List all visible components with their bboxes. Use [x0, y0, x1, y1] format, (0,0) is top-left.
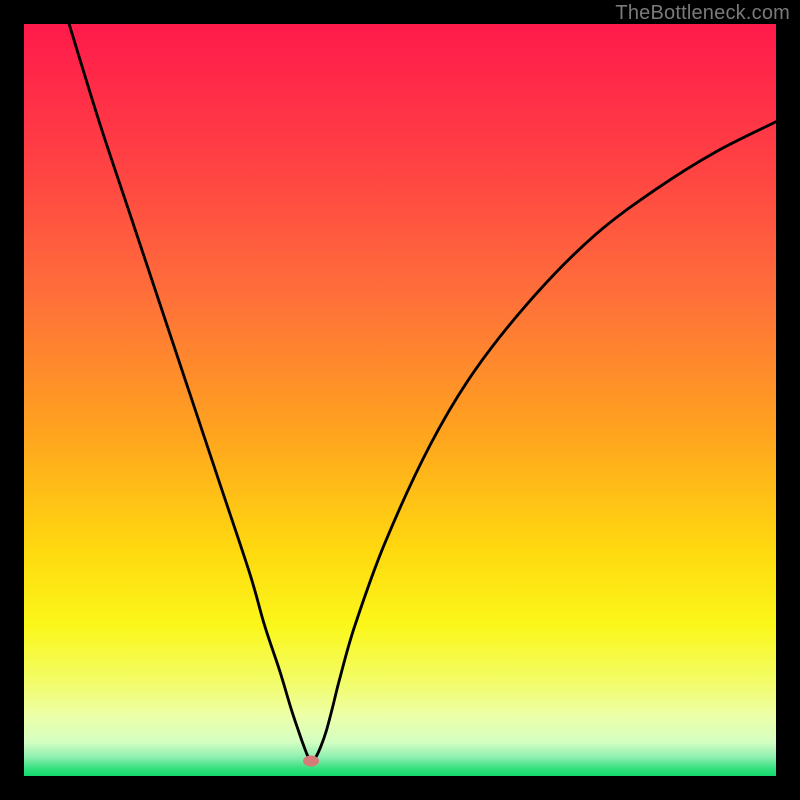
optimal-point-marker: [303, 755, 319, 766]
bottleneck-curve: [24, 24, 776, 776]
watermark-text: TheBottleneck.com: [615, 2, 790, 25]
chart-frame: TheBottleneck.com: [0, 0, 800, 800]
plot-area: [24, 24, 776, 776]
